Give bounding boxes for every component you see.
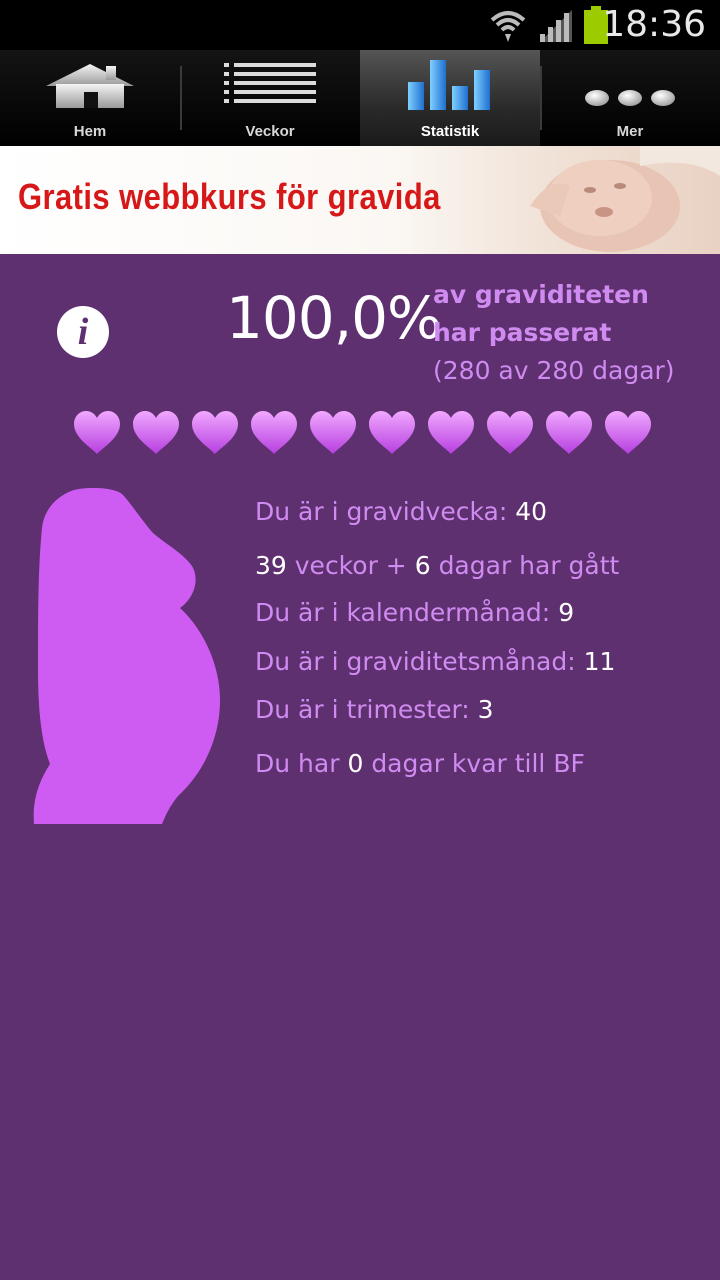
tab-divider [540, 66, 542, 130]
heart-icon [251, 411, 297, 454]
stat-gravidvecka: Du är i gravidvecka: 40 [255, 497, 548, 526]
baby-image [530, 146, 720, 252]
clock: 18:36 [602, 4, 706, 45]
progress-desc-line1: av graviditeten [433, 280, 649, 309]
heart-icon [310, 411, 356, 454]
stat-elapsed: 39 veckor + 6 dagar har gått [255, 551, 620, 580]
progress-desc-line2: har passerat [433, 318, 612, 347]
bar-chart-icon [408, 60, 490, 110]
tab-veckor[interactable]: Veckor [180, 50, 360, 146]
stat-graviditetsmanad: Du är i graviditetsmånad: 11 [255, 647, 616, 676]
info-icon: i [77, 311, 89, 353]
tab-bar: Hem Veckor Statistik Mer [0, 50, 720, 146]
ad-banner[interactable]: Gratis webbkurs för gravida [0, 146, 720, 254]
heart-icon [546, 411, 592, 454]
progress-days: (280 av 280 dagar) [433, 356, 675, 385]
stat-trimester: Du är i trimester: 3 [255, 695, 494, 724]
banner-text: Gratis webbkurs för gravida [18, 176, 441, 217]
progress-percent: 100,0% [226, 284, 442, 352]
heart-icon [369, 411, 415, 454]
heart-icon [605, 411, 651, 454]
heart-icon [192, 411, 238, 454]
progress-hearts [72, 410, 662, 460]
stat-days-left: Du har 0 dagar kvar till BF [255, 749, 585, 778]
pregnant-silhouette [33, 488, 220, 824]
info-button[interactable]: i [57, 306, 109, 358]
tab-statistik[interactable]: Statistik [360, 50, 540, 146]
tab-hem[interactable]: Hem [0, 50, 180, 146]
home-icon [46, 64, 134, 108]
status-bar: 18:36 [0, 0, 720, 50]
list-icon [224, 63, 316, 103]
wifi-icon [490, 11, 526, 42]
more-icon [585, 90, 675, 106]
heart-icon [487, 411, 533, 454]
heart-icon [428, 411, 474, 454]
signal-icon [540, 10, 572, 42]
heart-icon [74, 411, 120, 454]
stat-kalendermanad: Du är i kalendermånad: 9 [255, 598, 575, 627]
heart-icon [133, 411, 179, 454]
tab-mer[interactable]: Mer [540, 50, 720, 146]
tab-divider [180, 66, 182, 130]
